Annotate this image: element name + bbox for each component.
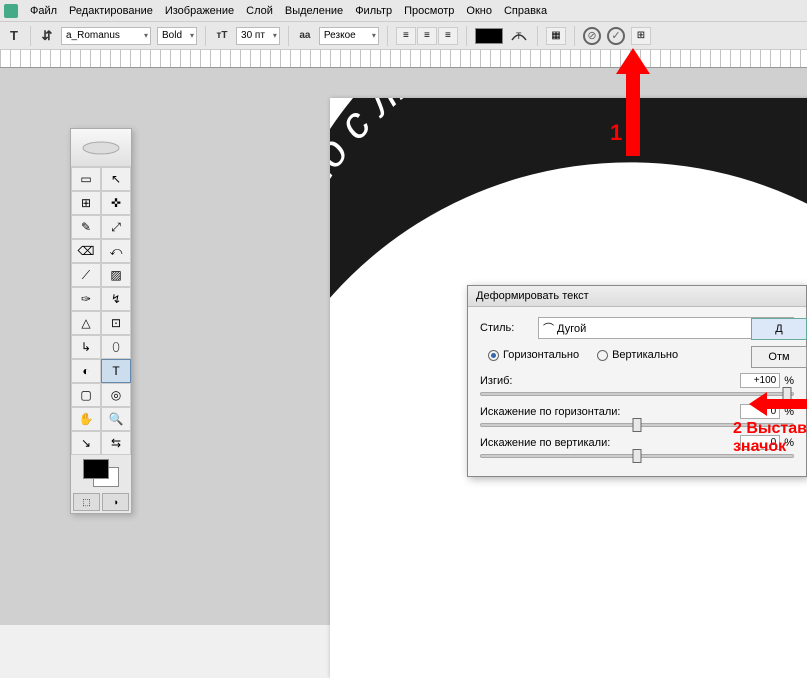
tool-history[interactable]: ▨ [101,263,131,287]
antialias-icon: aа [297,28,313,44]
cancel-button[interactable]: Отм [751,346,807,368]
type-tool-icon: T [6,28,22,44]
text-color-swatch[interactable] [475,28,503,44]
toolbox-panel: ▭ ↖ ⊞ ✜ ✎ ⤢ ⌫ ⤺ ⟋ ▨ ✑ ↯ △ ⊡ ↳ ⬯ ◐ T ▢ ◎ … [70,128,132,514]
tool-extra2[interactable]: ⇆ [101,431,131,455]
slider-thumb[interactable] [633,418,642,432]
tool-move[interactable]: ↖ [101,167,131,191]
separator [537,26,538,46]
separator [466,26,467,46]
orient-h-label: Горизонтально [503,349,579,361]
warp-text-button[interactable]: T [509,27,529,45]
tool-heal[interactable]: ⌫ [71,239,101,263]
antialias-dropdown[interactable]: Резкое [319,27,379,45]
app-icon [4,4,18,18]
separator [288,26,289,46]
style-label: Стиль: [480,322,530,334]
tool-crop[interactable]: ✎ [71,215,101,239]
bend-slider[interactable] [480,392,794,396]
svg-text:T: T [516,31,522,41]
tool-marquee[interactable]: ▭ [71,167,101,191]
percent-label: % [784,406,794,418]
separator [30,26,31,46]
menu-view[interactable]: Просмотр [404,5,454,17]
tool-hand[interactable]: ✋ [71,407,101,431]
tool-type[interactable]: T [101,359,131,383]
tool-lasso[interactable]: ⊞ [71,191,101,215]
cancel-icon[interactable]: ⊘ [583,27,601,45]
annotation-label-2: 2 Выстав значок [733,420,807,455]
screenmode-button[interactable]: ◑ [102,493,129,511]
palette-button[interactable]: ▦ [546,27,566,45]
menu-file[interactable]: Файл [30,5,57,17]
tool-stamp[interactable]: ⟋ [71,263,101,287]
radio-dot-icon [597,350,608,361]
font-weight-dropdown[interactable]: Bold [157,27,197,45]
feather-icon [81,138,121,158]
tool-gradient[interactable]: ↯ [101,287,131,311]
align-left-button[interactable]: ≡ [396,27,416,45]
tool-eraser[interactable]: ✑ [71,287,101,311]
tool-dodge[interactable]: ⊡ [101,311,131,335]
annotation-label-1: 1 [610,120,622,146]
align-center-button[interactable]: ≡ [417,27,437,45]
font-size-dropdown[interactable]: 30 пт [236,27,280,45]
separator [574,26,575,46]
font-family-dropdown[interactable]: a_Romanus [61,27,151,45]
dialog-title: Деформировать текст [468,286,806,307]
quickmask-button[interactable]: ⬚ [73,493,100,511]
toolbox-header[interactable] [71,129,131,167]
font-size-icon: тТ [214,28,230,44]
toolbox-grid: ▭ ↖ ⊞ ✜ ✎ ⤢ ⌫ ⤺ ⟋ ▨ ✑ ↯ △ ⊡ ↳ ⬯ ◐ T ▢ ◎ … [71,167,131,455]
bend-row: Изгиб: % [480,373,794,396]
separator [387,26,388,46]
menu-filter[interactable]: Фильтр [355,5,392,17]
menu-edit[interactable]: Редактирование [69,5,153,17]
bend-label: Изгиб: [480,375,512,387]
hdist-label: Искажение по горизонтали: [480,406,621,418]
slider-thumb[interactable] [782,387,791,401]
bend-input[interactable] [740,373,780,388]
radio-dot-icon [488,350,499,361]
tool-slice[interactable]: ⤢ [101,215,131,239]
color-picker[interactable] [71,455,131,491]
align-group: ≡ ≡ ≡ [396,27,458,45]
tool-blur[interactable]: △ [71,311,101,335]
tool-wand[interactable]: ✜ [101,191,131,215]
tool-brush[interactable]: ⤺ [101,239,131,263]
menu-select[interactable]: Выделение [285,5,343,17]
toolbox-footer: ⬚ ◑ [71,491,131,513]
orient-horizontal-radio[interactable]: Горизонтально [488,349,579,361]
ok-button[interactable]: Д [751,318,807,340]
options-toolbar: T ⇵ a_Romanus Bold тТ 30 пт aа Резкое ≡ … [0,22,807,50]
menu-window[interactable]: Окно [466,5,492,17]
vdist-label: Искажение по вертикали: [480,437,610,449]
extra-button[interactable]: ⊞ [631,27,651,45]
menu-help[interactable]: Справка [504,5,547,17]
orientation-icon[interactable]: ⇵ [39,28,55,44]
orient-vertical-radio[interactable]: Вертикально [597,349,678,361]
menu-layer[interactable]: Слой [246,5,273,17]
hdist-input[interactable] [740,404,780,419]
menu-image[interactable]: Изображение [165,5,234,17]
separator [205,26,206,46]
tool-shape[interactable]: ◐ [71,359,101,383]
foreground-color[interactable] [83,459,109,479]
tool-path[interactable]: ↳ [71,335,101,359]
tool-notes[interactable]: ▢ [71,383,101,407]
slider-thumb[interactable] [633,449,642,463]
menu-bar: Файл Редактирование Изображение Слой Выд… [0,0,807,22]
align-right-button[interactable]: ≡ [438,27,458,45]
tool-extra1[interactable]: ↘ [71,431,101,455]
commit-icon[interactable]: ✓ [607,27,625,45]
percent-label: % [784,375,794,387]
tool-pen[interactable]: ⬯ [101,335,131,359]
tool-zoom[interactable]: 🔍 [101,407,131,431]
orient-v-label: Вертикально [612,349,678,361]
tool-eyedrop[interactable]: ◎ [101,383,131,407]
horizontal-ruler [0,50,807,68]
